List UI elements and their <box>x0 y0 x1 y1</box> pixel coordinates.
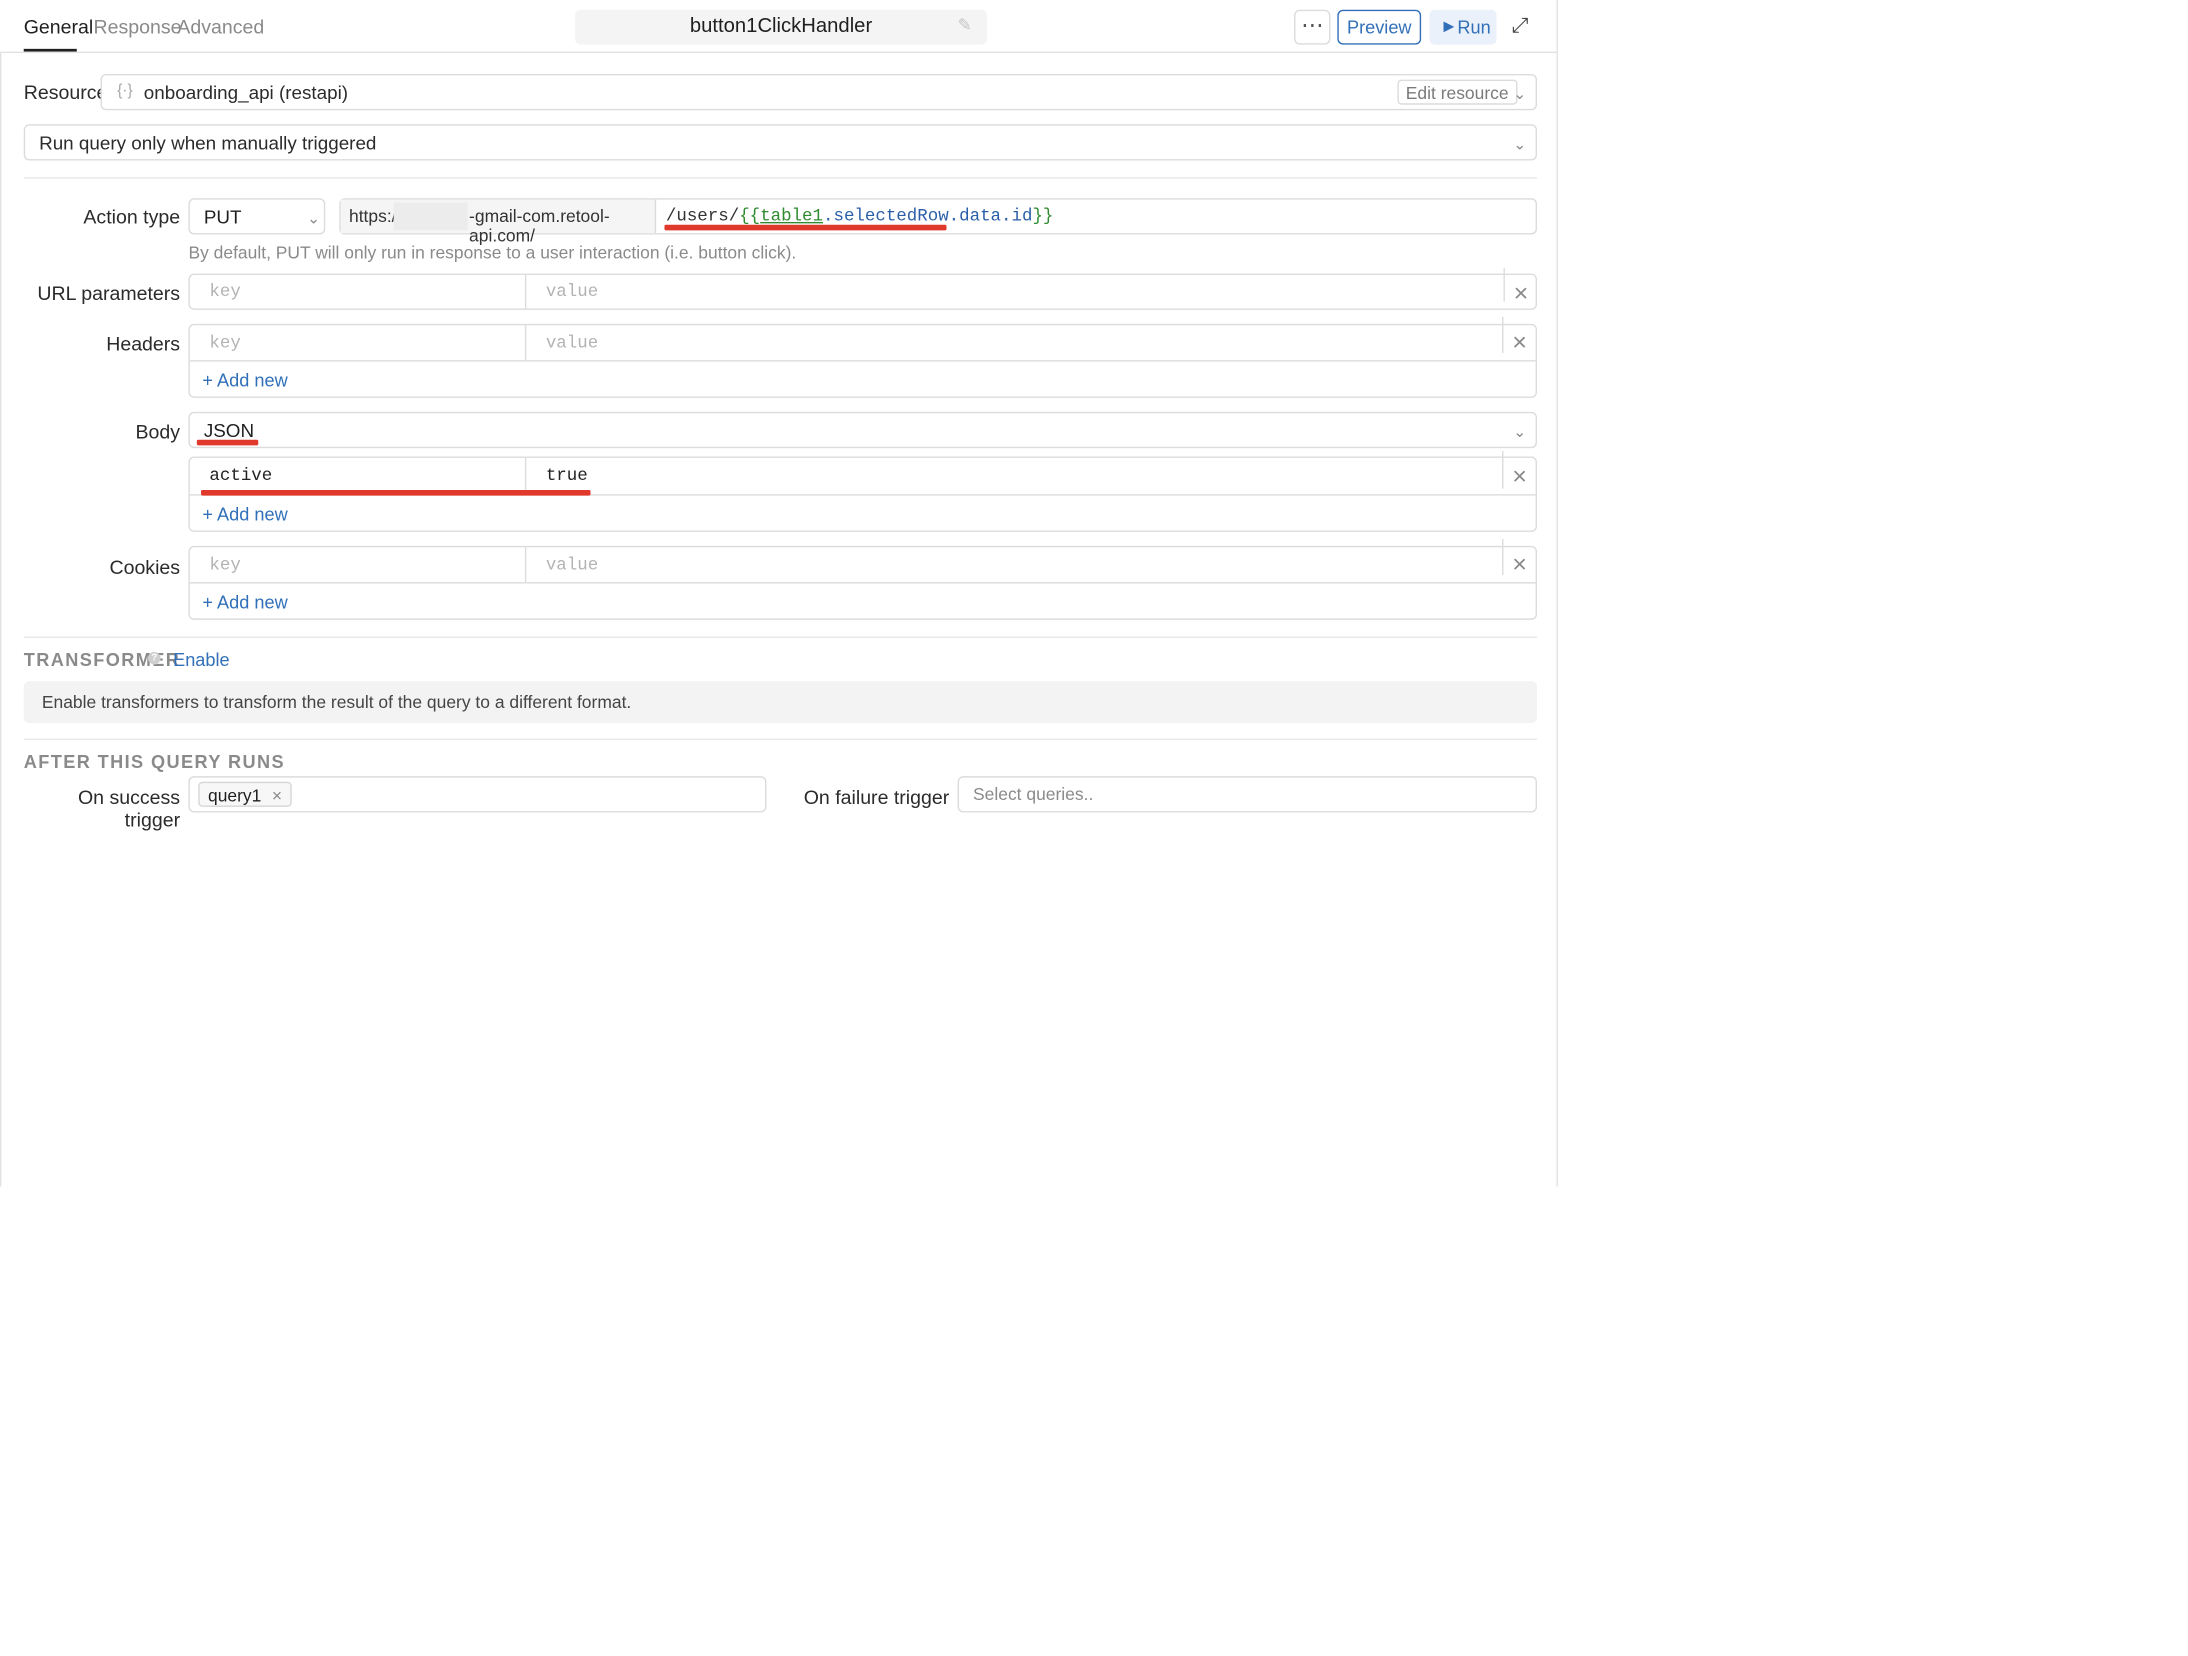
url-path[interactable]: /users/{{table1.selectedRow.data.id}} <box>666 207 1054 227</box>
left-border <box>0 53 2 1187</box>
base-url-prefix: https:/ <box>349 206 397 227</box>
play-icon: ▶ <box>1443 19 1455 35</box>
trigger-mode-select[interactable]: Run query only when manually triggered ⌄ <box>23 124 1537 161</box>
method-value: PUT <box>203 206 242 228</box>
header-divider <box>0 51 1557 54</box>
header-value-input[interactable]: value <box>526 325 1503 360</box>
section-divider <box>23 738 1537 740</box>
remove-header-button[interactable]: × <box>1502 316 1536 356</box>
preview-button[interactable]: Preview <box>1337 9 1422 45</box>
enable-transformer-link[interactable]: Enable <box>173 649 230 670</box>
run-label: Run <box>1457 16 1491 38</box>
add-cookie-button[interactable]: + Add new <box>202 592 287 613</box>
after-query-title: AFTER THIS QUERY RUNS <box>23 751 285 772</box>
right-border <box>1556 0 1558 1187</box>
annotation-underline <box>201 489 591 496</box>
section-divider <box>23 177 1537 179</box>
action-type-label: Action type <box>83 205 181 228</box>
template-rest: .selectedRow.data.id <box>823 206 1033 227</box>
more-options-button[interactable]: ⋯ <box>1294 9 1331 45</box>
chevron-down-icon: ⌄ <box>1513 424 1527 442</box>
run-button[interactable]: ▶ Run <box>1429 9 1497 45</box>
help-icon[interactable]: ? <box>147 651 161 665</box>
query-name[interactable]: button1ClickHandler <box>575 15 987 37</box>
more-icon: ⋯ <box>1301 13 1324 38</box>
expand-icon[interactable]: ⤢ <box>1512 14 1529 38</box>
url-params-row: key value × <box>188 268 1537 310</box>
trigger-mode-value: Run query only when manually triggered <box>39 132 377 154</box>
query-editor: General Response Advanced button1ClickHa… <box>0 0 2188 1656</box>
remove-body-param-button[interactable]: × <box>1502 450 1536 490</box>
url-param-value-input[interactable]: value <box>526 275 1503 309</box>
chevron-down-icon: ⌄ <box>1513 86 1527 104</box>
section-divider <box>23 636 1537 638</box>
tab-general[interactable]: General <box>24 15 94 37</box>
close-icon: × <box>1513 279 1529 308</box>
header-row: key value × <box>189 316 1536 362</box>
success-trigger-label: On success trigger <box>77 785 181 831</box>
tag-label: query1 <box>208 785 262 806</box>
body-label: Body <box>135 420 181 443</box>
remove-url-param-button[interactable]: × <box>1503 268 1537 307</box>
resource-select[interactable]: {·} onboarding_api (restapi) Edit resour… <box>100 73 1537 111</box>
template-close: }} <box>1032 206 1054 227</box>
headers-block: key value × + Add new <box>188 316 1537 398</box>
remove-cookie-button[interactable]: × <box>1502 538 1536 578</box>
template-open: {{ <box>739 206 761 227</box>
failure-trigger-select[interactable]: Select queries.. <box>957 776 1537 813</box>
failure-placeholder: Select queries.. <box>973 784 1094 805</box>
cookies-label: Cookies <box>109 555 181 578</box>
method-select[interactable]: PUT ⌄ <box>188 198 326 235</box>
cookie-row: key value × <box>189 538 1536 584</box>
tab-response[interactable]: Response <box>94 15 182 37</box>
close-icon: × <box>1512 462 1527 490</box>
close-icon: × <box>1512 328 1527 356</box>
pencil-icon[interactable]: ✎ <box>958 15 972 35</box>
body-param-key-input[interactable]: active <box>190 457 527 495</box>
transformer-info-box: Enable transformers to transform the res… <box>23 681 1537 724</box>
chevron-down-icon: ⌄ <box>1513 136 1527 154</box>
base-url-suffix: -gmail-com.retool-api.com/ <box>469 206 610 246</box>
query-name-box[interactable]: button1ClickHandler ✎ <box>575 9 987 45</box>
tag-close-icon[interactable]: × <box>272 786 282 806</box>
body-param-value-input[interactable]: true <box>526 458 1503 494</box>
annotation-underline <box>664 224 947 231</box>
template-ref: table1 <box>760 206 824 227</box>
success-trigger-select[interactable]: query1 × <box>188 776 767 813</box>
url-params-label: URL parameters <box>37 281 181 305</box>
annotation-underline <box>196 439 259 446</box>
close-icon: × <box>1512 550 1527 578</box>
cookie-key-input[interactable]: key <box>190 547 527 583</box>
cookie-value-input[interactable]: value <box>526 547 1503 582</box>
braces-icon: {·} <box>117 82 133 100</box>
path-static: /users/ <box>665 206 740 227</box>
header-key-input[interactable]: key <box>190 325 527 361</box>
edit-resource-button[interactable]: Edit resource <box>1397 79 1517 105</box>
body-type-select[interactable]: JSON ⌄ <box>188 411 1537 449</box>
cookies-block: key value × + Add new <box>188 538 1537 620</box>
query-tag: query1 × <box>198 781 292 807</box>
add-body-param-button[interactable]: + Add new <box>202 504 287 525</box>
resource-name: onboarding_api (restapi) <box>143 82 349 104</box>
add-header-button[interactable]: + Add new <box>202 370 287 391</box>
chevron-down-icon: ⌄ <box>307 210 320 228</box>
failure-trigger-label: On failure trigger <box>803 785 950 809</box>
base-url: https:/ -gmail-com.retool-api.com/ <box>340 199 657 246</box>
url-param-key-input[interactable]: key <box>190 275 527 309</box>
headers-label: Headers <box>106 332 181 355</box>
method-hint: By default, PUT will only run in respons… <box>188 242 797 263</box>
tab-advanced[interactable]: Advanced <box>177 15 264 37</box>
resource-label: Resource <box>23 80 108 104</box>
body-type-value: JSON <box>203 420 255 442</box>
redacted-region <box>393 202 468 231</box>
transformer-description: Enable transformers to transform the res… <box>41 692 632 712</box>
